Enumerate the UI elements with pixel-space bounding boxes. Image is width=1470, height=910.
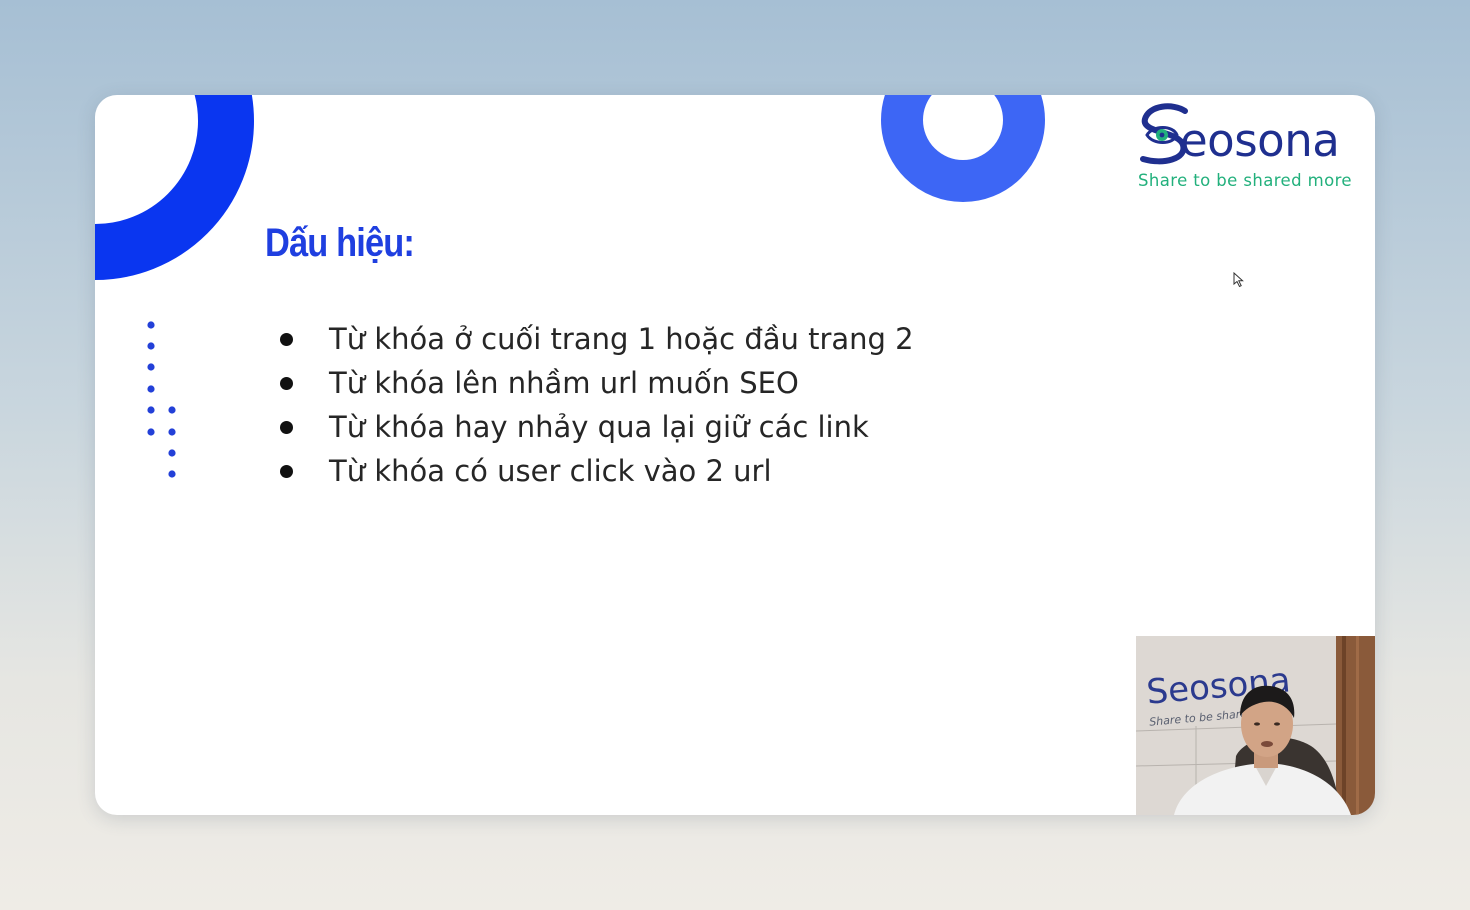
seosona-logo: eosona Share to be shared more (1135, 101, 1360, 193)
deco-quarter-ring (95, 95, 254, 280)
webcam-scene: Seosona Share to be shared (1136, 636, 1375, 815)
webcam-video: Seosona Share to be shared (1136, 636, 1375, 815)
bullet-item: Từ khóa có user click vào 2 url (273, 449, 914, 493)
deco-dots (147, 321, 176, 478)
bullet-text: Từ khóa lên nhầm url muốn SEO (329, 366, 799, 400)
bullet-item: Từ khóa ở cuối trang 1 hoặc đầu trang 2 (273, 317, 914, 361)
logo-tagline: Share to be shared more (1138, 171, 1352, 190)
bullet-dot-icon (280, 465, 293, 478)
bullet-dot-icon (280, 333, 293, 346)
bullet-dot-icon (280, 377, 293, 390)
bullet-list: Từ khóa ở cuối trang 1 hoặc đầu trang 2 … (273, 317, 914, 493)
bullet-text: Từ khóa hay nhảy qua lại giữ các link (329, 410, 869, 444)
cursor-arrow-icon (1233, 272, 1244, 288)
slide-title: Dấu hiệu: (265, 221, 415, 265)
deco-ring (881, 95, 1045, 202)
bullet-text: Từ khóa có user click vào 2 url (329, 454, 772, 488)
bullet-item: Từ khóa lên nhầm url muốn SEO (273, 361, 914, 405)
bullet-dot-icon (280, 421, 293, 434)
bullet-text: Từ khóa ở cuối trang 1 hoặc đầu trang 2 (329, 322, 914, 356)
bullet-item: Từ khóa hay nhảy qua lại giữ các link (273, 405, 914, 449)
presentation-slide: eosona Share to be shared more Dấu hiệu:… (95, 95, 1375, 815)
logo-wordmark: eosona (1180, 114, 1340, 167)
